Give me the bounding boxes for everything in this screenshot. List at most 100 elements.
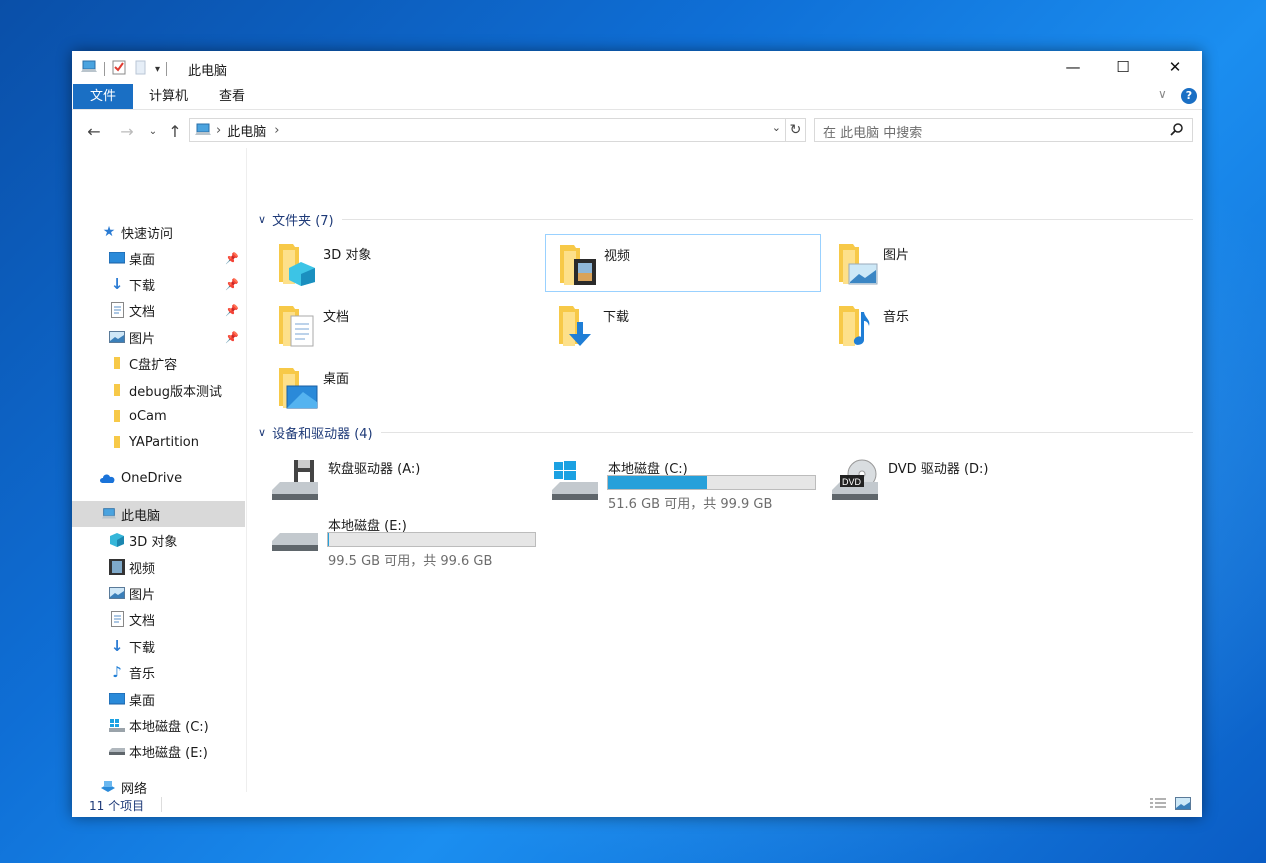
folder-tile-documents[interactable]: 文档 xyxy=(265,296,541,354)
sidebar-item-this-pc[interactable]: 此电脑 xyxy=(72,501,245,527)
sidebar-item-drive-c[interactable]: 本地磁盘 (C:) xyxy=(72,712,245,738)
sidebar-item-music[interactable]: ♪ 音乐 xyxy=(72,659,245,685)
document-icon xyxy=(109,611,125,627)
music-note-icon: ♪ xyxy=(112,663,122,681)
ribbon-expand-icon[interactable]: ∨ xyxy=(1158,87,1167,101)
3d-objects-folder-icon xyxy=(273,238,321,286)
breadcrumb-this-pc[interactable]: 此电脑 xyxy=(227,121,266,140)
sidebar-item-label: 3D 对象 xyxy=(129,534,178,550)
folder-tile-music[interactable]: 音乐 xyxy=(825,296,1101,354)
folder-icon xyxy=(109,408,125,424)
title-bar: ▾ 此电脑 — ☐ ✕ xyxy=(72,51,1202,83)
window-title: 此电脑 xyxy=(188,64,228,79)
drive-usage-bar xyxy=(327,532,536,547)
sidebar-item-documents[interactable]: 文档 xyxy=(72,606,245,632)
breadcrumb-chevron-icon[interactable]: › xyxy=(216,123,221,138)
tab-computer[interactable]: 计算机 xyxy=(135,84,202,109)
pin-icon[interactable]: 📌 xyxy=(225,252,239,265)
drive-tile-floppy[interactable]: 软盘驱动器 (A:) xyxy=(272,454,548,510)
chevron-down-icon[interactable]: ∨ xyxy=(258,213,266,226)
sidebar-item-3d-objects[interactable]: 3D 对象 xyxy=(72,527,245,553)
tab-file[interactable]: 文件 xyxy=(73,84,134,109)
separator xyxy=(161,797,162,812)
desktop-folder-icon xyxy=(273,362,321,410)
drive-tile-dvd[interactable]: DVD DVD 驱动器 (D:) xyxy=(832,454,1108,510)
pin-icon[interactable]: 📌 xyxy=(225,331,239,344)
sidebar-item-folder[interactable]: debug版本测试 xyxy=(72,377,245,403)
up-arrow-icon[interactable]: ↑ xyxy=(164,120,186,142)
sidebar-item-folder[interactable]: YAPartition xyxy=(72,429,245,455)
sidebar-item-documents[interactable]: 文档 📌 xyxy=(72,297,245,323)
back-arrow-icon[interactable]: ← xyxy=(83,120,105,142)
sidebar-item-label: 本地磁盘 (E:) xyxy=(129,745,208,761)
windows-drive-icon xyxy=(552,458,600,510)
folder-icon xyxy=(109,434,125,450)
downloads-folder-icon xyxy=(553,300,601,348)
search-placeholder: 在 此电脑 中搜索 xyxy=(823,126,923,141)
minimize-button[interactable]: — xyxy=(1050,51,1096,83)
group-title: 设备和驱动器 (4) xyxy=(272,427,373,442)
pin-icon[interactable]: 📌 xyxy=(225,278,239,291)
sidebar-item-downloads[interactable]: ↓ 下载 📌 xyxy=(72,271,245,297)
sidebar-item-folder[interactable]: C盘扩容 xyxy=(72,350,245,376)
desktop-icon xyxy=(109,691,125,707)
sidebar-item-desktop[interactable]: 桌面 📌 xyxy=(72,245,245,271)
sidebar-item-label: 视频 xyxy=(129,561,156,577)
computer-icon xyxy=(101,506,117,522)
desktop-icon xyxy=(109,250,125,266)
large-icons-view-icon[interactable] xyxy=(1175,797,1191,815)
sidebar-item-drive-e[interactable]: 本地磁盘 (E:) xyxy=(72,738,245,764)
drive-tile-c[interactable]: 本地磁盘 (C:) 51.6 GB 可用，共 99.9 GB xyxy=(552,454,828,512)
content-pane: ∨ 文件夹 (7) 3D 对象 视频 图片 文档 下载 音乐 桌面 ∨ 设备和驱… xyxy=(248,148,1202,792)
picture-icon xyxy=(109,329,125,345)
sidebar-item-label: 下载 xyxy=(129,278,156,294)
sidebar-item-desktop[interactable]: 桌面 xyxy=(72,686,245,712)
refresh-icon[interactable]: ↻ xyxy=(785,119,805,141)
tab-view[interactable]: 查看 xyxy=(205,84,259,109)
folder-tile-3d-objects[interactable]: 3D 对象 xyxy=(265,234,541,292)
recent-locations-chevron-icon[interactable]: ⌄ xyxy=(142,120,164,142)
documents-folder-icon xyxy=(273,300,321,348)
folder-tile-downloads[interactable]: 下载 xyxy=(545,296,821,354)
breadcrumb-chevron-icon[interactable]: › xyxy=(274,123,279,138)
folder-tile-pictures[interactable]: 图片 xyxy=(825,234,1101,292)
chevron-down-icon[interactable]: ∨ xyxy=(258,426,266,439)
divider xyxy=(380,432,1193,433)
sidebar-item-quick-access[interactable]: ★ 快速访问 xyxy=(72,219,245,245)
computer-icon xyxy=(194,123,212,137)
sidebar-item-pictures[interactable]: 图片 xyxy=(72,580,245,606)
folder-name: 图片 xyxy=(883,248,910,263)
help-icon[interactable]: ? xyxy=(1181,88,1197,104)
close-button[interactable]: ✕ xyxy=(1152,51,1198,83)
divider xyxy=(341,219,1193,220)
folder-name: 下载 xyxy=(603,310,630,325)
maximize-button[interactable]: ☐ xyxy=(1100,51,1146,83)
sidebar-item-downloads[interactable]: ↓ 下载 xyxy=(72,633,245,659)
search-input[interactable]: 在 此电脑 中搜索 xyxy=(814,118,1193,142)
folder-tile-videos[interactable]: 视频 xyxy=(545,234,821,292)
drive-name: DVD 驱动器 (D:) xyxy=(888,462,989,477)
sidebar-item-videos[interactable]: 视频 xyxy=(72,554,245,580)
folders-group-header[interactable]: ∨ 文件夹 (7) xyxy=(258,210,1193,229)
sidebar-item-label: YAPartition xyxy=(129,434,200,450)
download-icon: ↓ xyxy=(110,275,124,293)
sidebar-item-pictures[interactable]: 图片 📌 xyxy=(72,324,245,350)
properties-icon[interactable] xyxy=(111,59,127,79)
folder-tile-desktop[interactable]: 桌面 xyxy=(265,358,541,416)
address-dropdown-icon[interactable]: ⌄ xyxy=(772,121,781,134)
sidebar-item-label: 本地磁盘 (C:) xyxy=(129,719,209,735)
drive-tile-e[interactable]: 本地磁盘 (E:) 99.5 GB 可用，共 99.6 GB xyxy=(272,511,548,569)
drive-usage-fill xyxy=(608,476,708,489)
document-icon xyxy=(109,302,125,318)
details-view-icon[interactable] xyxy=(1150,797,1166,815)
sidebar-item-onedrive[interactable]: OneDrive xyxy=(72,465,245,491)
customize-dropdown-icon[interactable]: ▾ xyxy=(155,64,160,75)
forward-arrow-icon[interactable]: → xyxy=(116,120,138,142)
new-folder-icon[interactable] xyxy=(133,59,149,79)
address-bar[interactable]: › 此电脑 › ⌄ ↻ xyxy=(189,118,806,142)
pin-icon[interactable]: 📌 xyxy=(225,304,239,317)
sidebar-item-label: 桌面 xyxy=(129,693,156,709)
devices-group-header[interactable]: ∨ 设备和驱动器 (4) xyxy=(258,423,1193,442)
search-icon[interactable] xyxy=(1170,122,1184,140)
sidebar-item-folder[interactable]: oCam xyxy=(72,403,245,429)
